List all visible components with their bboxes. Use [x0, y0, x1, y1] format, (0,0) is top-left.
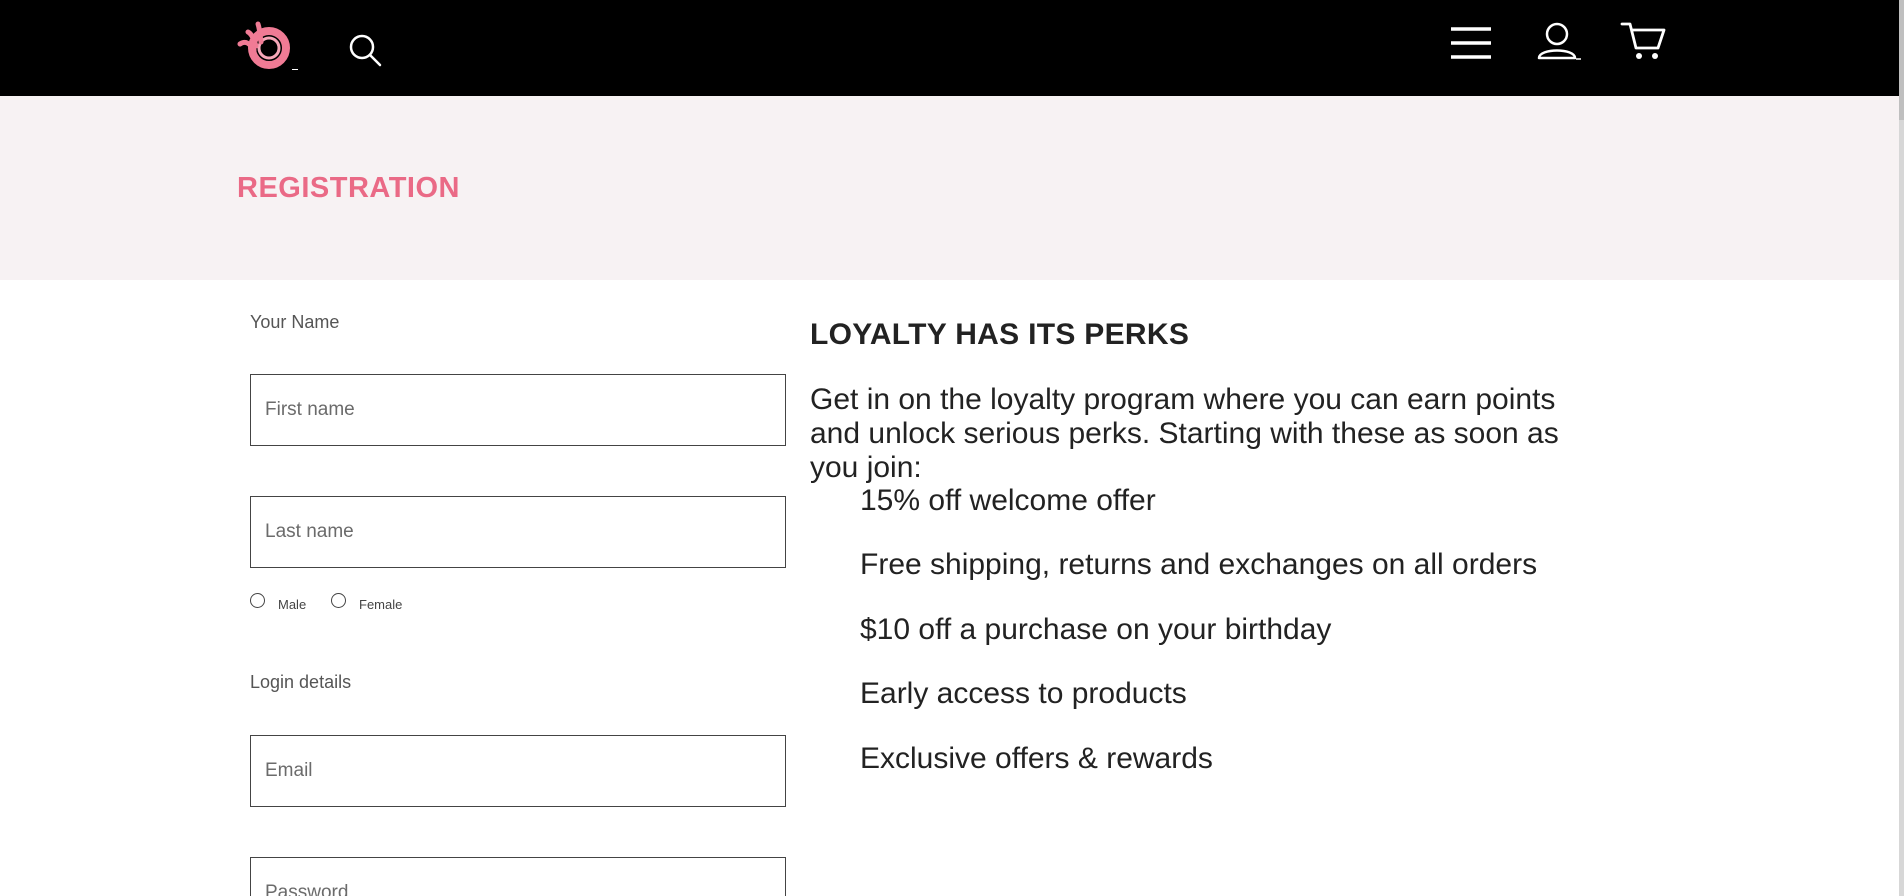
menu-icon — [1451, 27, 1491, 59]
perk-item: Early access to products — [860, 677, 1187, 710]
page-scrollbar[interactable] — [1899, 0, 1904, 896]
perk-item: 15% off welcome offer — [860, 484, 1156, 517]
perks-heading: LOYALTY HAS ITS PERKS — [810, 318, 1190, 351]
menu-button[interactable] — [1449, 26, 1493, 60]
name-section-label: Your Name — [250, 312, 340, 332]
logo-underline — [292, 69, 298, 70]
brand-logo[interactable] — [234, 18, 296, 72]
gender-radio-female[interactable]: Female — [331, 592, 421, 616]
scrollbar-thumb[interactable] — [1899, 0, 1904, 120]
account-button[interactable] — [1536, 20, 1582, 66]
email-field[interactable] — [250, 735, 786, 807]
cart-icon — [1620, 22, 1666, 59]
account-icon — [1537, 22, 1581, 60]
top-nav-bar — [0, 0, 1904, 96]
perk-item: Exclusive offers & rewards — [860, 742, 1213, 775]
gender-radio-male[interactable]: Male — [250, 592, 320, 616]
search-icon — [349, 34, 382, 67]
cart-button[interactable] — [1620, 20, 1666, 62]
search-button[interactable] — [345, 30, 385, 70]
login-section-label: Login details — [250, 672, 352, 692]
title-banner: REGISTRATION — [0, 96, 1899, 280]
radio-circle-male[interactable] — [250, 593, 265, 608]
perks-intro: Get in on the loyalty program where you … — [810, 383, 1559, 484]
first-name-field[interactable] — [250, 374, 786, 446]
logo-icon — [237, 21, 290, 69]
last-name-field[interactable] — [250, 496, 786, 568]
perk-item: $10 off a purchase on your birthday — [860, 613, 1332, 646]
page: REGISTRATION Your Name Male Female Login… — [0, 0, 1904, 896]
perk-item: Free shipping, returns and exchanges on … — [860, 548, 1538, 581]
radio-circle-female[interactable] — [331, 593, 346, 608]
page-title: REGISTRATION — [237, 172, 460, 204]
gender-label-female: Female — [359, 597, 403, 612]
password-field[interactable] — [250, 857, 786, 896]
gender-label-male: Male — [278, 597, 307, 612]
